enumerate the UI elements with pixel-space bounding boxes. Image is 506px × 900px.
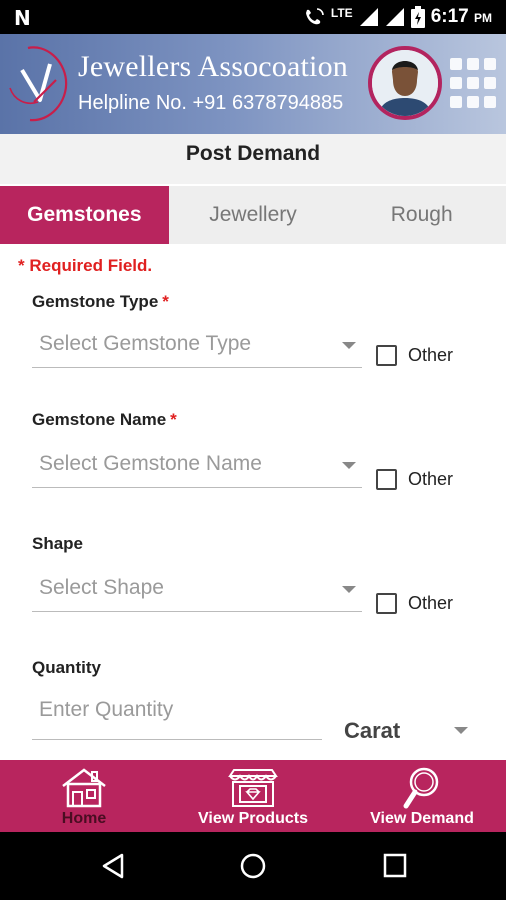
network-type: LTE	[330, 6, 353, 20]
profile-avatar[interactable]	[368, 46, 442, 120]
gemstone-name-label: Gemstone Name *	[32, 410, 177, 429]
checkbox-icon[interactable]	[376, 592, 397, 614]
tab-rough[interactable]: Rough	[337, 186, 506, 244]
category-tabs: Gemstones Jewellery Rough	[0, 186, 506, 244]
shape-select[interactable]: Select Shape	[32, 568, 362, 612]
battery-icon	[410, 6, 425, 28]
shape-placeholder: Select Shape	[39, 576, 164, 599]
gemstone-type-select[interactable]: Select Gemstone Type	[32, 324, 362, 368]
chevron-down-icon	[342, 586, 356, 593]
nav-view-demand[interactable]: View Demand	[338, 760, 506, 832]
helpline-text: Helpline No. +91 6378794885	[78, 92, 344, 114]
wifi-call-icon	[305, 8, 324, 25]
nav-home[interactable]: Home	[0, 760, 168, 832]
quantity-label: Quantity	[32, 658, 101, 677]
page-title-bar: Post Demand	[0, 134, 506, 184]
home-icon	[62, 768, 106, 808]
app-title: Jewellers Assocoation	[78, 50, 348, 83]
checkbox-icon[interactable]	[376, 344, 397, 366]
nav-view-products-label: View Products	[198, 810, 308, 827]
quantity-unit-select[interactable]: Carat	[344, 714, 474, 748]
association-logo	[9, 46, 68, 122]
status-icons: LTE 6:17 PM	[303, 5, 492, 29]
nav-view-demand-label: View Demand	[370, 810, 474, 827]
bottom-navigation: Home View Products View Demand	[0, 760, 506, 832]
home-circle-icon[interactable]	[239, 852, 267, 880]
carrier-icon: N	[14, 6, 31, 30]
signal-icon	[359, 8, 378, 26]
system-navigation-bar	[0, 832, 506, 900]
magnifier-icon	[403, 767, 439, 809]
gemstone-type-other-checkbox[interactable]: Other	[376, 343, 453, 367]
shape-label: Shape	[32, 534, 84, 553]
chevron-down-icon	[342, 462, 356, 469]
chevron-down-icon	[454, 727, 468, 734]
gemstone-name-placeholder: Select Gemstone Name	[39, 452, 262, 475]
gemstone-type-label: Gemstone Type *	[32, 292, 169, 311]
gemstone-name-select[interactable]: Select Gemstone Name	[32, 444, 362, 488]
nav-home-label: Home	[61, 810, 107, 827]
back-icon[interactable]	[100, 852, 126, 880]
gemstone-type-placeholder: Select Gemstone Type	[39, 332, 252, 355]
clock: 6:17 PM	[430, 6, 492, 27]
apps-menu-icon[interactable]	[450, 58, 498, 110]
quantity-unit-value: Carat	[344, 718, 401, 743]
quantity-placeholder: Enter Quantity	[39, 698, 174, 721]
quantity-input[interactable]: Enter Quantity	[32, 690, 322, 740]
chevron-down-icon	[342, 342, 356, 349]
page-title: Post Demand	[185, 142, 321, 165]
checkbox-icon[interactable]	[376, 468, 397, 490]
profile-photo	[372, 50, 438, 116]
tab-jewellery[interactable]: Jewellery	[169, 186, 338, 244]
app-header: Jewellers Assocoation Helpline No. +91 6…	[0, 34, 506, 134]
required-field-note: * Required Field.	[18, 256, 153, 275]
nav-view-products[interactable]: View Products	[168, 760, 338, 832]
status-bar: N LTE 6:17 PM	[0, 0, 506, 34]
signal-icon-2	[385, 8, 404, 26]
recents-icon[interactable]	[382, 852, 408, 880]
store-icon	[228, 769, 278, 807]
shape-other-checkbox[interactable]: Other	[376, 591, 453, 615]
gemstone-name-other-checkbox[interactable]: Other	[376, 467, 453, 491]
tab-gemstones[interactable]: Gemstones	[0, 186, 169, 244]
